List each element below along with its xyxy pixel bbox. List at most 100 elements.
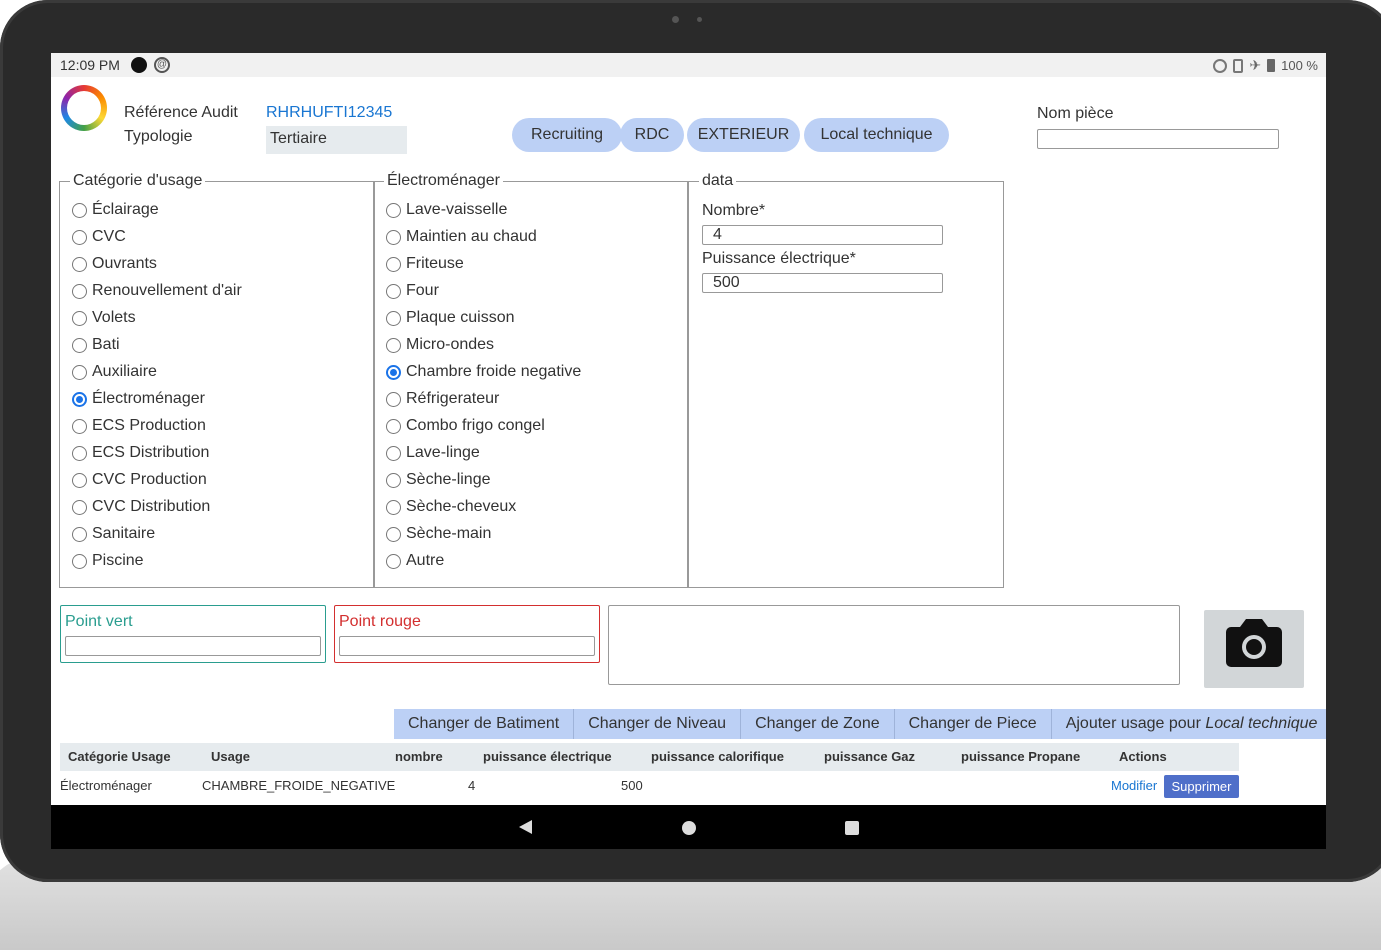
point-vert-input[interactable] xyxy=(65,636,321,656)
electromenager-radio[interactable] xyxy=(386,391,401,407)
electromenager-radio[interactable] xyxy=(386,472,401,488)
categorie-option-label: Électroménager xyxy=(92,390,205,407)
breadcrumb-niveau[interactable]: RDC xyxy=(620,118,684,152)
breadcrumb-batiment[interactable]: Recruiting xyxy=(512,118,622,152)
categorie-radio[interactable] xyxy=(72,256,87,272)
categorie-option[interactable]: Volets xyxy=(72,309,136,327)
categorie-radio[interactable] xyxy=(72,283,87,299)
electromenager-radio[interactable] xyxy=(386,256,401,272)
point-rouge-input[interactable] xyxy=(339,636,595,656)
electromenager-option-label: Autre xyxy=(406,552,445,569)
electromenager-radio[interactable] xyxy=(386,499,401,515)
categorie-option-label: Bati xyxy=(92,336,120,353)
categorie-option[interactable]: CVC xyxy=(72,228,126,246)
th-actions: Actions xyxy=(1119,749,1167,764)
camera-button[interactable] xyxy=(1204,610,1304,688)
electromenager-radio[interactable] xyxy=(386,364,401,380)
electromenager-radio[interactable] xyxy=(386,229,401,245)
categorie-radio[interactable] xyxy=(72,310,87,326)
cell-nombre: 4 xyxy=(468,778,476,793)
battery-level: 100 % xyxy=(1281,58,1318,73)
th-puissance-electrique: puissance électrique xyxy=(483,749,612,764)
ajouter-usage-button[interactable]: Ajouter usage pour Local technique xyxy=(1051,709,1326,739)
categorie-radio[interactable] xyxy=(72,472,87,488)
changer-niveau-button[interactable]: Changer de Niveau xyxy=(574,709,742,739)
categorie-option[interactable]: Ouvrants xyxy=(72,255,157,273)
categorie-option-label: CVC Production xyxy=(92,471,207,488)
electromenager-option[interactable]: Micro-ondes xyxy=(386,336,494,354)
electromenager-radio[interactable] xyxy=(386,202,401,218)
categorie-option[interactable]: Piscine xyxy=(72,552,144,570)
nombre-label: Nombre* xyxy=(702,202,766,219)
supprimer-button[interactable]: Supprimer xyxy=(1164,775,1239,798)
categorie-legend: Catégorie d'usage xyxy=(70,173,206,189)
categorie-radio[interactable] xyxy=(72,445,87,461)
electromenager-radio[interactable] xyxy=(386,418,401,434)
electromenager-option[interactable]: Combo frigo congel xyxy=(386,417,545,435)
electromenager-option[interactable]: Chambre froide negative xyxy=(386,363,581,381)
electromenager-radio[interactable] xyxy=(386,526,401,542)
electromenager-option[interactable]: Réfrigerateur xyxy=(386,390,499,408)
electromenager-option[interactable]: Four xyxy=(386,282,439,300)
breadcrumb-piece[interactable]: Local technique xyxy=(804,118,949,152)
screen: 12:09 PM @ ✈ 100 % Référence Audit Typol… xyxy=(51,53,1326,849)
categorie-radio[interactable] xyxy=(72,418,87,434)
categorie-option[interactable]: Électroménager xyxy=(72,390,205,408)
electromenager-option[interactable]: Lave-linge xyxy=(386,444,480,462)
categorie-option[interactable]: ECS Production xyxy=(72,417,206,435)
electromenager-option[interactable]: Sèche-linge xyxy=(386,471,491,489)
categorie-radio[interactable] xyxy=(72,364,87,380)
changer-piece-button[interactable]: Changer de Piece xyxy=(894,709,1052,739)
electromenager-radio[interactable] xyxy=(386,310,401,326)
changer-zone-button[interactable]: Changer de Zone xyxy=(741,709,895,739)
status-bar: 12:09 PM @ ✈ 100 % xyxy=(51,53,1326,77)
categorie-option[interactable]: Renouvellement d'air xyxy=(72,282,242,300)
categorie-radio[interactable] xyxy=(72,526,87,542)
electromenager-option[interactable]: Plaque cuisson xyxy=(386,309,515,327)
tablet-device: 12:09 PM @ ✈ 100 % Référence Audit Typol… xyxy=(0,0,1381,950)
nom-piece-input[interactable] xyxy=(1037,129,1279,149)
th-usage: Usage xyxy=(211,749,251,764)
categorie-fieldset: Catégorie d'usage Éclairage CVC Ouvrants Re… xyxy=(59,173,375,588)
ajouter-usage-target: Local technique xyxy=(1205,715,1318,732)
comment-textarea[interactable] xyxy=(608,605,1180,685)
back-icon[interactable] xyxy=(519,820,532,834)
electromenager-option[interactable]: Autre xyxy=(386,552,444,570)
electromenager-radio[interactable] xyxy=(386,553,401,569)
categorie-option-label: Volets xyxy=(92,309,136,326)
categorie-option[interactable]: Sanitaire xyxy=(72,525,155,543)
action-bar: Changer de Batiment Changer de Niveau Ch… xyxy=(394,709,1326,739)
recents-icon[interactable] xyxy=(845,821,859,835)
categorie-option[interactable]: ECS Distribution xyxy=(72,444,209,462)
electromenager-option[interactable]: Maintien au chaud xyxy=(386,228,537,246)
categorie-option[interactable]: Auxiliaire xyxy=(72,363,157,381)
categorie-radio[interactable] xyxy=(72,337,87,353)
point-rouge-box: Point rouge xyxy=(334,605,600,663)
electromenager-option[interactable]: Friteuse xyxy=(386,255,464,273)
changer-batiment-button[interactable]: Changer de Batiment xyxy=(394,709,575,739)
electromenager-radio[interactable] xyxy=(386,337,401,353)
modifier-link[interactable]: Modifier xyxy=(1111,778,1157,793)
electromenager-option[interactable]: Lave-vaisselle xyxy=(386,201,507,219)
categorie-option-label: Ouvrants xyxy=(92,255,157,272)
categorie-option[interactable]: Bati xyxy=(72,336,120,354)
categorie-option[interactable]: Éclairage xyxy=(72,201,159,219)
point-rouge-label: Point rouge xyxy=(339,613,421,630)
categorie-radio[interactable] xyxy=(72,553,87,569)
categorie-radio[interactable] xyxy=(72,229,87,245)
breadcrumb-zone[interactable]: EXTERIEUR xyxy=(687,118,800,152)
nombre-input[interactable]: 4 xyxy=(702,225,943,245)
camera-icon xyxy=(1226,619,1282,667)
home-icon[interactable] xyxy=(682,821,696,835)
electromenager-radio[interactable] xyxy=(386,445,401,461)
electromenager-option[interactable]: Sèche-cheveux xyxy=(386,498,516,516)
categorie-radio[interactable] xyxy=(72,499,87,515)
categorie-radio[interactable] xyxy=(72,202,87,218)
categorie-radio[interactable] xyxy=(72,391,87,407)
electromenager-option[interactable]: Sèche-main xyxy=(386,525,491,543)
electromenager-radio[interactable] xyxy=(386,283,401,299)
categorie-option[interactable]: CVC Distribution xyxy=(72,498,210,516)
cell-usage: CHAMBRE_FROIDE_NEGATIVE xyxy=(202,778,396,793)
puissance-input[interactable]: 500 xyxy=(702,273,943,293)
categorie-option[interactable]: CVC Production xyxy=(72,471,207,489)
